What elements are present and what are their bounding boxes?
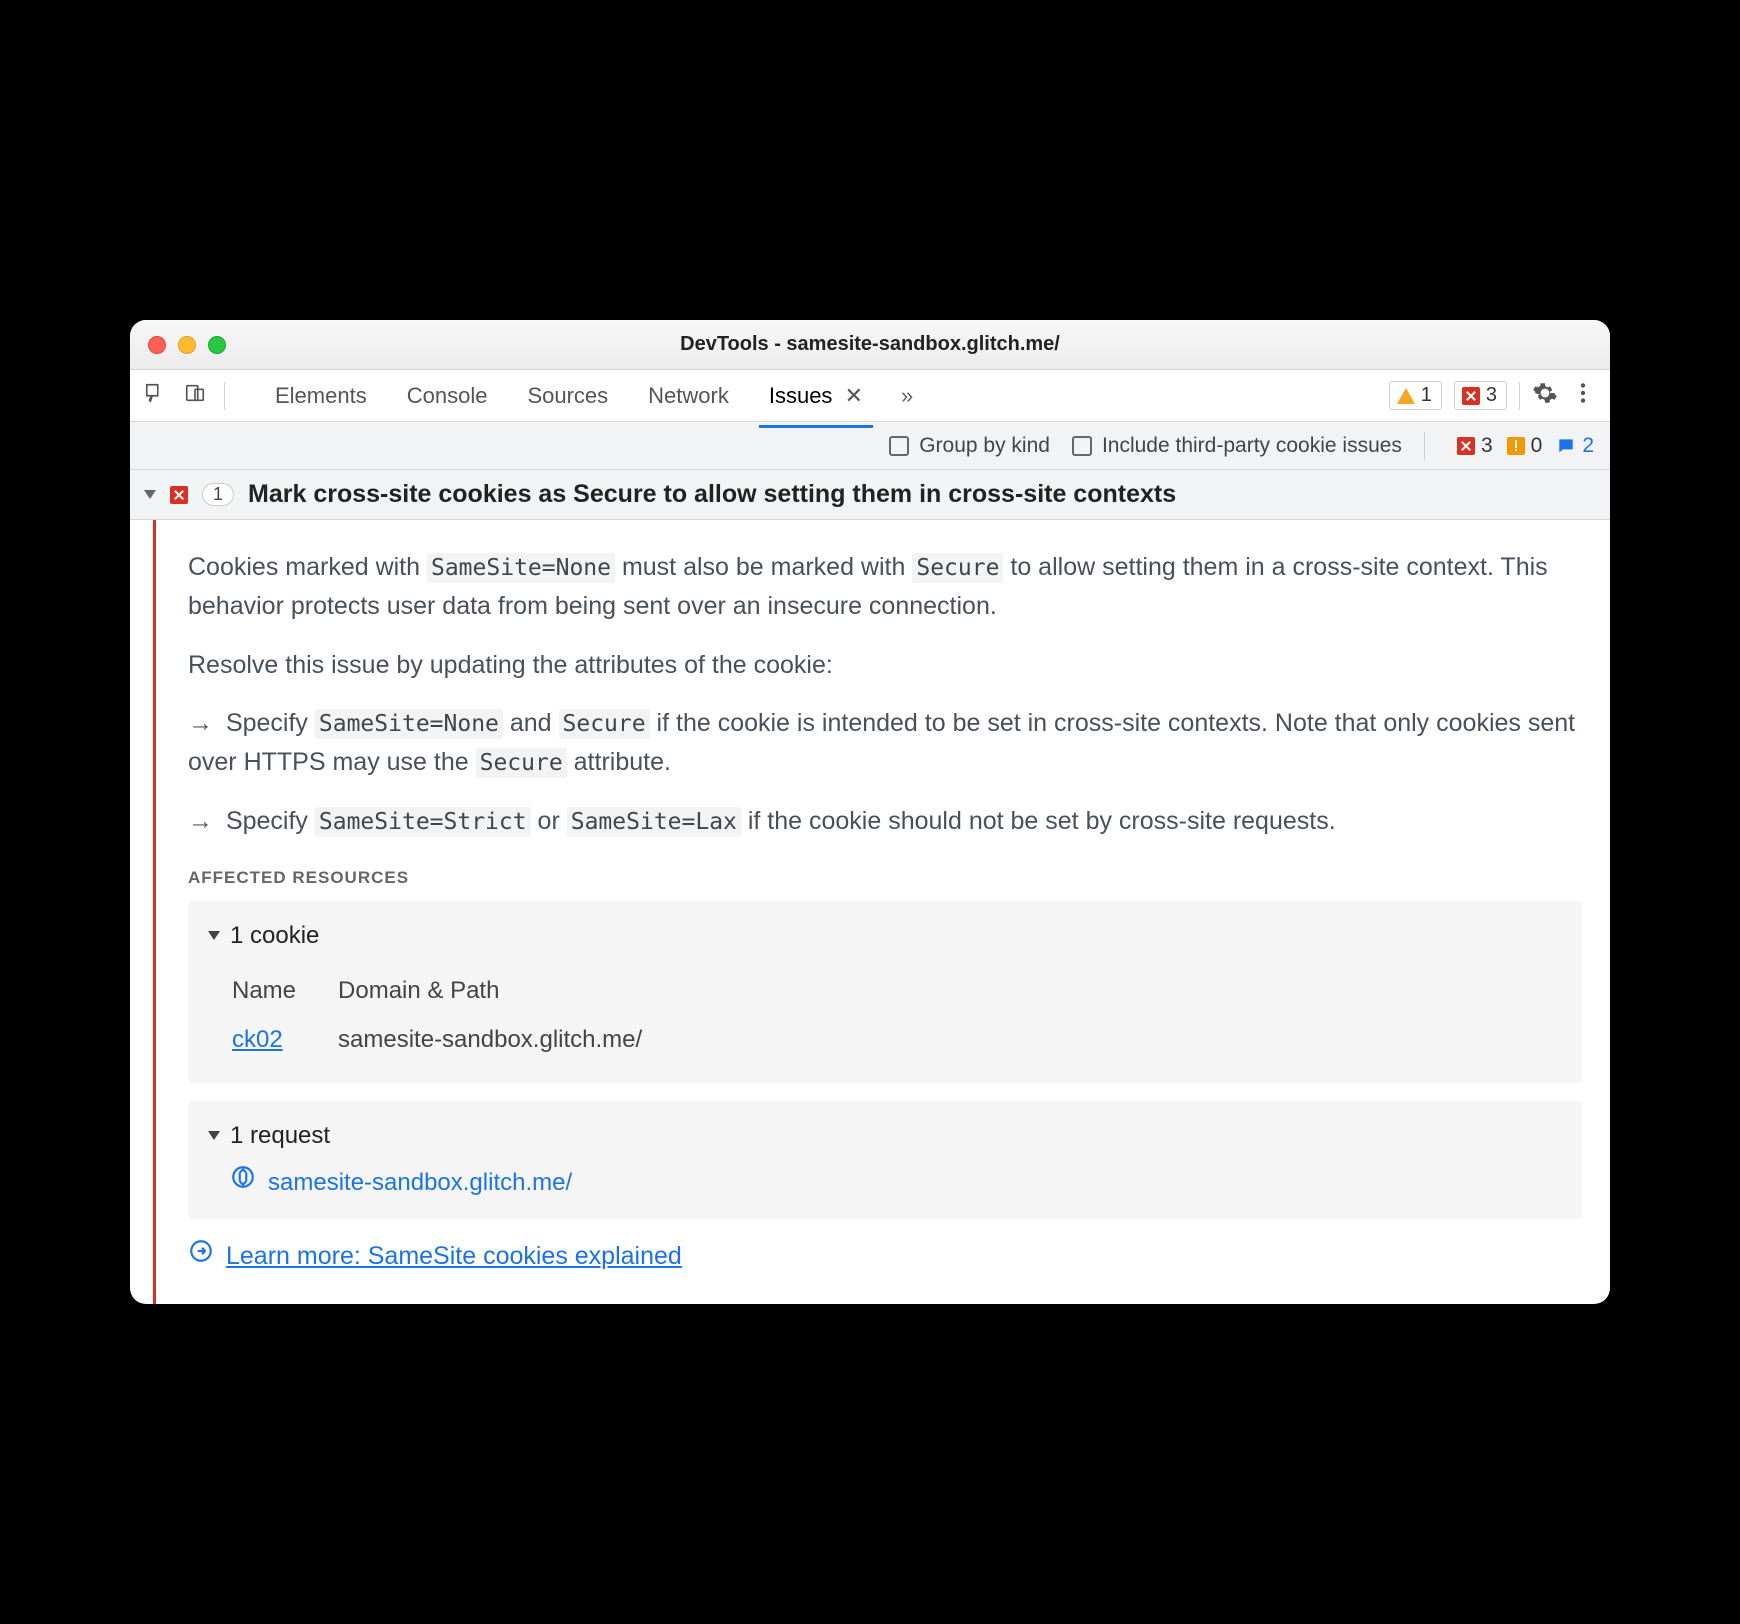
cookie-domain: samesite-sandbox.glitch.me/ xyxy=(338,1017,682,1062)
issue-title: Mark cross-site cookies as Secure to all… xyxy=(248,480,1176,509)
third-party-label: Include third-party cookie issues xyxy=(1102,434,1402,458)
request-url-link[interactable]: samesite-sandbox.glitch.me/ xyxy=(268,1164,572,1201)
severity-bar xyxy=(153,520,156,1304)
cookie-name-link[interactable]: ck02 xyxy=(232,1026,283,1053)
issue-suggestion-2: → Specify SameSite=Strict or SameSite=La… xyxy=(188,802,1582,841)
group-by-kind-checkbox[interactable]: Group by kind xyxy=(889,434,1050,458)
main-toolbar: Elements Console Sources Network Issues … xyxy=(130,370,1610,422)
tab-console[interactable]: Console xyxy=(405,373,490,418)
cookies-table: Name Domain & Path ck02 samesite-sandbox… xyxy=(230,964,684,1064)
affected-requests-box: 1 request samesite-sandbox.glitch.me/ xyxy=(188,1101,1582,1219)
issue-description: Cookies marked with SameSite=None must a… xyxy=(188,548,1582,626)
checkbox-icon xyxy=(1072,436,1092,456)
zoom-window-icon[interactable] xyxy=(208,336,226,354)
panel-tabs: Elements Console Sources Network Issues … xyxy=(273,373,865,418)
errors-count: 3 xyxy=(1486,384,1497,407)
minimize-window-icon[interactable] xyxy=(178,336,196,354)
arrow-icon: → xyxy=(188,802,213,841)
warning-icon xyxy=(1507,437,1525,455)
third-party-checkbox[interactable]: Include third-party cookie issues xyxy=(1072,434,1402,458)
expand-toggle-icon[interactable] xyxy=(144,490,156,499)
code-secure: Secure xyxy=(912,553,1003,583)
error-icon xyxy=(170,486,188,504)
warning-icon xyxy=(1397,388,1415,404)
issues-filter-bar: Group by kind Include third-party cookie… xyxy=(130,422,1610,470)
network-request-icon xyxy=(230,1164,256,1201)
request-row[interactable]: samesite-sandbox.glitch.me/ xyxy=(230,1164,1562,1201)
inspect-element-icon[interactable] xyxy=(144,382,166,410)
requests-header[interactable]: 1 request xyxy=(208,1117,1562,1154)
group-by-kind-label: Group by kind xyxy=(919,434,1050,458)
expand-toggle-icon[interactable] xyxy=(208,931,220,940)
device-toolbar-icon[interactable] xyxy=(184,382,206,410)
code-samesite-none: SameSite=None xyxy=(427,553,615,583)
settings-icon[interactable] xyxy=(1532,380,1558,412)
titlebar: DevTools - samesite-sandbox.glitch.me/ xyxy=(130,320,1610,370)
table-row: ck02 samesite-sandbox.glitch.me/ xyxy=(232,1017,682,1062)
th-domain: Domain & Path xyxy=(338,966,682,1015)
cookies-header[interactable]: 1 cookie xyxy=(208,917,1562,954)
tab-elements[interactable]: Elements xyxy=(273,373,369,418)
close-tab-icon[interactable]: ✕ xyxy=(845,383,863,408)
issue-resolve-intro: Resolve this issue by updating the attri… xyxy=(188,646,1582,685)
warnings-count: 1 xyxy=(1421,384,1432,407)
tab-network[interactable]: Network xyxy=(646,373,731,418)
tab-issues-label: Issues xyxy=(769,383,833,408)
learn-more-row[interactable]: Learn more: SameSite cookies explained xyxy=(188,1237,1582,1276)
devtools-window: DevTools - samesite-sandbox.glitch.me/ E… xyxy=(130,320,1610,1304)
close-window-icon[interactable] xyxy=(148,336,166,354)
issue-suggestion-1: → Specify SameSite=None and Secure if th… xyxy=(188,704,1582,782)
message-icon xyxy=(1556,436,1576,456)
warning-count-badge[interactable]: 0 xyxy=(1507,434,1543,458)
issue-count-pill: 1 xyxy=(202,483,234,506)
issue-gutter xyxy=(130,520,178,1304)
tab-sources[interactable]: Sources xyxy=(525,373,610,418)
affected-resources-label: AFFECTED RESOURCES xyxy=(188,865,1582,891)
expand-toggle-icon[interactable] xyxy=(208,1131,220,1140)
warnings-badge[interactable]: 1 xyxy=(1389,381,1442,410)
arrow-icon: → xyxy=(188,704,213,743)
external-link-icon xyxy=(188,1237,214,1276)
issue-row-header[interactable]: 1 Mark cross-site cookies as Secure to a… xyxy=(130,470,1610,520)
errors-badge[interactable]: 3 xyxy=(1454,381,1507,410)
affected-cookies-box: 1 cookie Name Domain & Path ck02 samesit… xyxy=(188,901,1582,1083)
divider xyxy=(224,382,225,410)
more-tabs-icon[interactable]: » xyxy=(901,383,913,409)
window-title: DevTools - samesite-sandbox.glitch.me/ xyxy=(130,333,1610,356)
toolbar-right: 1 3 xyxy=(1389,380,1596,412)
error-icon xyxy=(1462,387,1480,405)
learn-more-link[interactable]: Learn more: SameSite cookies explained xyxy=(226,1237,682,1276)
issue-kind-counts: 3 0 2 xyxy=(1457,434,1594,458)
divider xyxy=(1519,382,1520,410)
info-count-badge[interactable]: 2 xyxy=(1556,434,1594,458)
more-menu-icon[interactable] xyxy=(1570,380,1596,412)
checkbox-icon xyxy=(889,436,909,456)
th-name: Name xyxy=(232,966,336,1015)
divider xyxy=(1424,432,1425,460)
issue-body: Cookies marked with SameSite=None must a… xyxy=(130,520,1610,1304)
tab-issues[interactable]: Issues ✕ xyxy=(767,373,865,418)
error-count-badge[interactable]: 3 xyxy=(1457,434,1493,458)
window-controls xyxy=(130,336,226,354)
error-icon xyxy=(1457,437,1475,455)
